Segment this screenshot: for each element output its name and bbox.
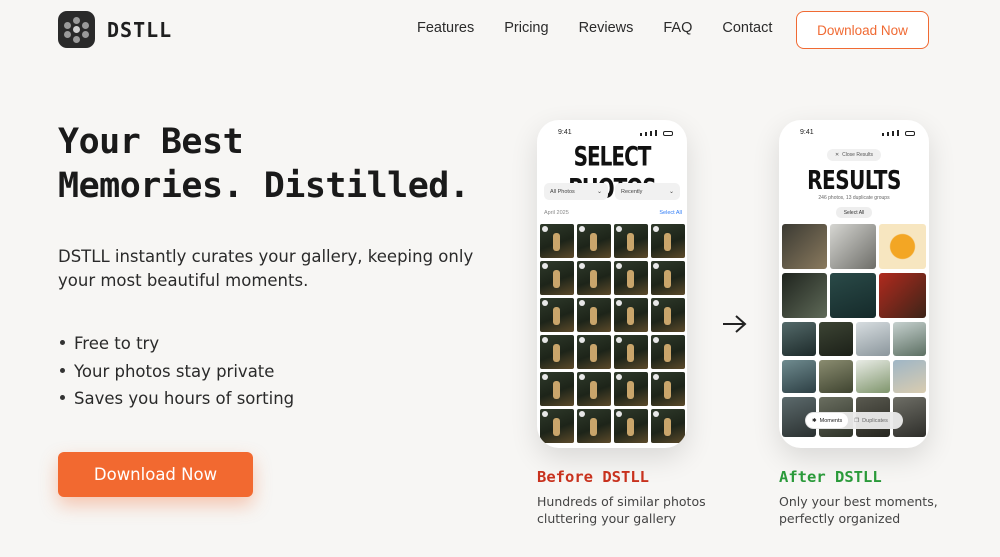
status-icons [640, 130, 673, 136]
photo-thumbnail[interactable] [614, 224, 648, 258]
hero-description: DSTLL instantly curates your gallery, ke… [58, 247, 474, 290]
nav-link-contact[interactable]: Contact [722, 20, 772, 36]
bullet-text: Your photos stay private [74, 361, 275, 381]
photo-thumbnail[interactable] [577, 261, 611, 295]
result-photo[interactable] [830, 273, 876, 318]
photo-thumbnail[interactable] [577, 372, 611, 406]
photo-thumbnail[interactable] [540, 224, 574, 258]
close-label: Close Results [842, 152, 874, 158]
result-photo[interactable] [893, 360, 926, 393]
bullet-item: Free to try [58, 330, 294, 358]
photo-thumbnail[interactable] [540, 261, 574, 295]
photo-thumbnail[interactable] [614, 298, 648, 332]
result-photo[interactable] [879, 224, 926, 269]
photo-thumbnail[interactable] [614, 261, 648, 295]
photo-thumbnail[interactable] [614, 335, 648, 369]
duplicates-icon: ❐ [854, 417, 860, 424]
status-time: 9:41 [800, 129, 814, 136]
dropdown-label: Recently [621, 188, 643, 195]
result-photo[interactable] [856, 322, 890, 356]
after-phone-mockup: 9:41 ✕ Close Results RESULTS 246 photos,… [779, 120, 929, 448]
before-caption-title: Before DSTLL [537, 468, 649, 486]
photo-thumbnail[interactable] [614, 372, 648, 406]
hero-title: Your Best Memories. Distilled. [58, 120, 470, 208]
status-icons [882, 130, 915, 136]
photo-thumbnail[interactable] [651, 409, 685, 443]
photo-thumbnail[interactable] [651, 224, 685, 258]
before-phone-mockup: 9:41 SELECT PHOTOS All Photos ⌄ Recently ⌄… [537, 120, 687, 448]
result-photo[interactable] [782, 273, 827, 318]
photo-thumbnail[interactable] [540, 335, 574, 369]
result-photo[interactable] [782, 224, 827, 269]
dropdown-label: All Photos [550, 188, 575, 195]
results-title: RESULTS [807, 164, 901, 196]
nav-link-features[interactable]: Features [417, 20, 474, 36]
after-caption-description: Only your best moments, perfectly organi… [779, 494, 938, 526]
results-subtitle: 246 photos, 13 duplicate groups [818, 195, 890, 201]
photo-thumbnail[interactable] [540, 298, 574, 332]
photo-grid [540, 224, 685, 443]
result-photo[interactable] [893, 322, 926, 356]
hero-title-line-1: Your Best [58, 122, 244, 162]
hero-download-button[interactable]: Download Now [58, 452, 253, 497]
all-photos-dropdown[interactable]: All Photos ⌄ [544, 183, 608, 200]
chevron-down-icon: ⌄ [596, 189, 602, 195]
results-tab-bar: ✱ Moments ❐ Duplicates [805, 412, 903, 429]
select-all-button[interactable]: Select All [836, 207, 872, 218]
photo-thumbnail[interactable] [651, 261, 685, 295]
status-time: 9:41 [558, 129, 572, 136]
result-photo[interactable] [819, 322, 853, 356]
tab-label: Duplicates [862, 417, 888, 424]
chevron-down-icon: ⌄ [668, 189, 674, 195]
close-results-button[interactable]: ✕ Close Results [827, 149, 881, 161]
arrow-right-icon [723, 315, 747, 333]
result-photo[interactable] [879, 273, 926, 318]
bullet-item: Saves you hours of sorting [58, 385, 294, 413]
nav-download-button[interactable]: Download Now [796, 11, 929, 49]
close-icon: ✕ [834, 152, 840, 158]
bullet-text: Free to try [74, 334, 160, 353]
logo[interactable]: DSTLL [58, 11, 172, 48]
photo-thumbnail[interactable] [577, 298, 611, 332]
photo-thumbnail[interactable] [540, 409, 574, 443]
aperture-logo-icon [58, 11, 95, 48]
nav-link-pricing[interactable]: Pricing [504, 20, 548, 36]
moments-icon: ✱ [812, 417, 817, 424]
recently-dropdown[interactable]: Recently ⌄ [615, 183, 680, 200]
nav-links: Features Pricing Reviews FAQ Contact [417, 20, 772, 36]
section-date: April 2025 [544, 210, 569, 216]
hero-title-line-2: Memories. Distilled. [58, 166, 470, 206]
result-photo[interactable] [782, 360, 816, 393]
tab-moments[interactable]: ✱ Moments [806, 413, 849, 428]
bullet-text: Saves you hours of sorting [74, 389, 295, 408]
photo-thumbnail[interactable] [614, 409, 648, 443]
date-row: April 2025 Select All [544, 210, 682, 216]
result-photo[interactable] [782, 322, 816, 356]
select-all-link[interactable]: Select All [659, 210, 682, 216]
top-nav: DSTLL Features Pricing Reviews FAQ Conta… [0, 0, 1000, 60]
photo-thumbnail[interactable] [651, 298, 685, 332]
brand-name: DSTLL [107, 17, 173, 42]
tab-label: Moments [819, 417, 843, 424]
tab-duplicates[interactable]: ❐ Duplicates [848, 413, 894, 428]
before-caption-description: Hundreds of similar photos cluttering yo… [537, 494, 706, 526]
bullet-item: Your photos stay private [58, 358, 294, 386]
photo-thumbnail[interactable] [540, 372, 574, 406]
result-photo[interactable] [830, 224, 876, 269]
photo-thumbnail[interactable] [577, 335, 611, 369]
result-photo[interactable] [819, 360, 853, 393]
photo-thumbnail[interactable] [651, 372, 685, 406]
after-caption-title: After DSTLL [779, 468, 882, 486]
result-photo[interactable] [856, 360, 890, 393]
nav-link-reviews[interactable]: Reviews [579, 20, 634, 36]
photo-thumbnail[interactable] [577, 409, 611, 443]
photo-thumbnail[interactable] [651, 335, 685, 369]
photo-thumbnail[interactable] [577, 224, 611, 258]
nav-link-faq[interactable]: FAQ [663, 20, 692, 36]
feature-bullets: Free to try Your photos stay private Sav… [58, 330, 294, 413]
